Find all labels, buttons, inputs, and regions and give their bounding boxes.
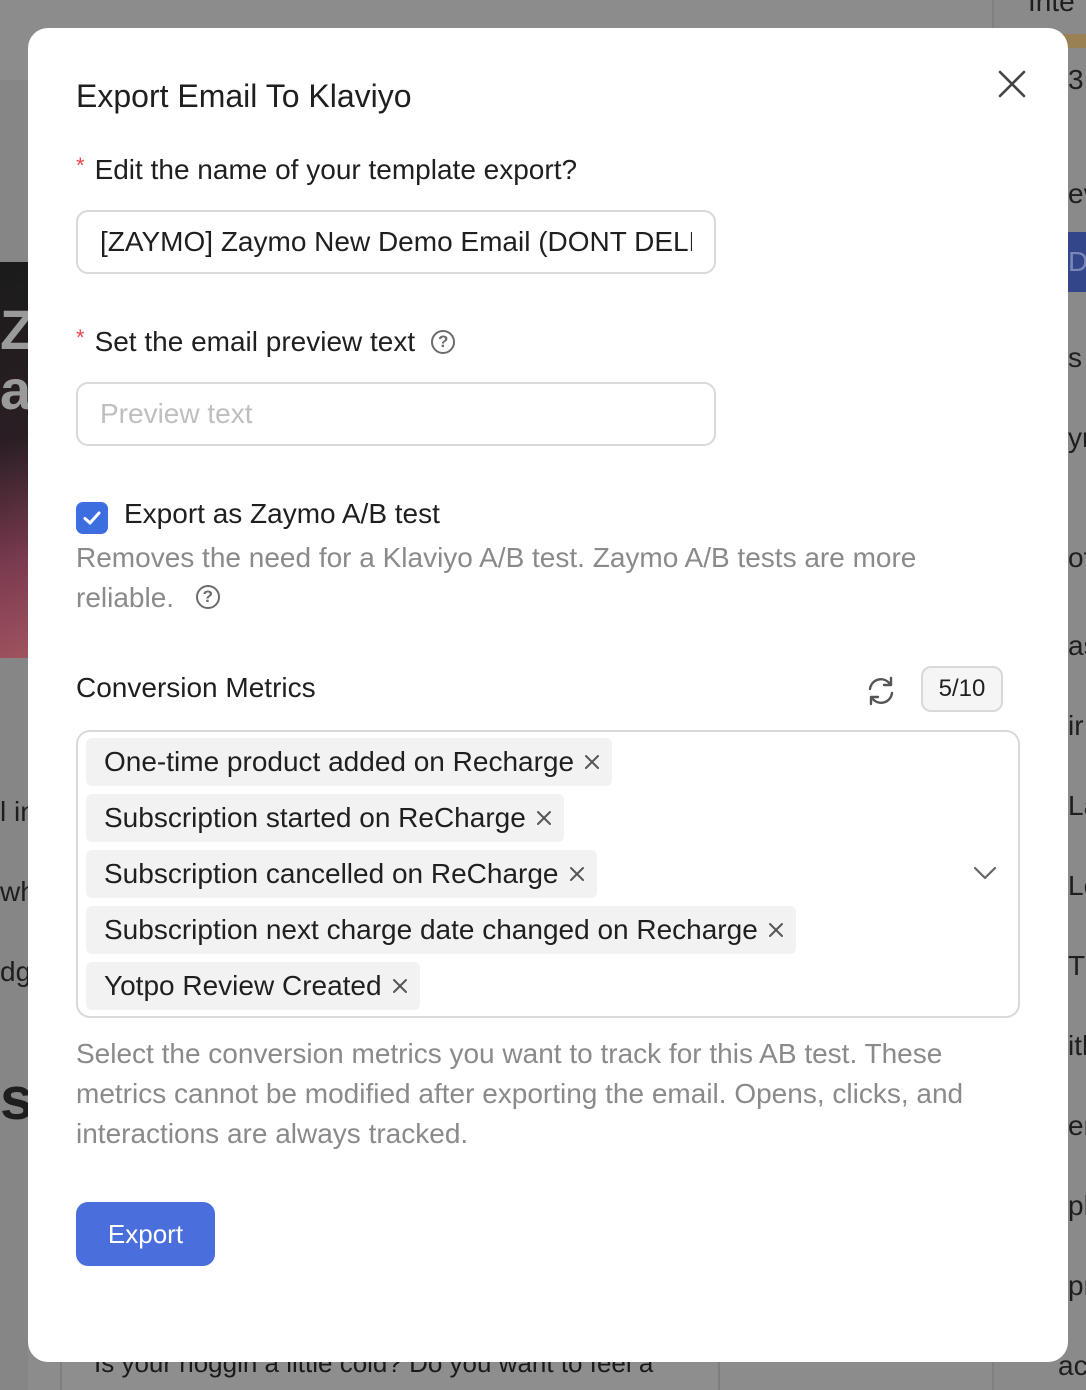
metric-tag-label: Subscription cancelled on ReCharge bbox=[104, 858, 559, 889]
ab-test-checkbox[interactable] bbox=[76, 502, 108, 534]
background-fragment: Inte bbox=[1028, 0, 1075, 17]
preview-field-label: * Set the email preview text ? bbox=[76, 325, 456, 358]
conversion-metrics-label: Conversion Metrics bbox=[76, 672, 316, 703]
refresh-button[interactable] bbox=[864, 674, 898, 708]
export-button[interactable]: Export bbox=[76, 1202, 215, 1266]
metric-tag: One-time product added on Recharge bbox=[86, 738, 613, 786]
background-fragment: ith bbox=[1068, 1030, 1086, 1061]
metric-tag-label: Subscription started on ReCharge bbox=[104, 802, 526, 833]
remove-tag-icon[interactable] bbox=[582, 752, 602, 772]
background-fragment: of bbox=[1068, 542, 1086, 573]
background-fragment: dg bbox=[0, 956, 32, 987]
remove-tag-icon[interactable] bbox=[567, 864, 587, 884]
background-fragment: Ti bbox=[1068, 950, 1086, 981]
dropdown-toggle[interactable] bbox=[972, 860, 998, 886]
close-button[interactable] bbox=[994, 66, 1030, 102]
remove-tag-icon[interactable] bbox=[766, 920, 786, 940]
required-mark: * bbox=[76, 325, 85, 350]
metric-tag-label: Yotpo Review Created bbox=[104, 970, 382, 1001]
help-icon[interactable]: ? bbox=[431, 330, 456, 354]
metric-tag: Yotpo Review Created bbox=[86, 962, 420, 1010]
remove-tag-icon[interactable] bbox=[534, 808, 554, 828]
background-fragment: en bbox=[1068, 1110, 1086, 1141]
refresh-icon bbox=[868, 676, 894, 706]
background-fragment: ph bbox=[1068, 1190, 1086, 1221]
background-fragment: yn bbox=[1068, 422, 1086, 453]
conversion-metrics-help-text: Select the conversion metrics you want t… bbox=[76, 1038, 964, 1149]
preview-field-label-text: Set the email preview text bbox=[94, 326, 416, 357]
conversion-metrics-select[interactable]: One-time product added on Recharge Subsc… bbox=[76, 730, 1020, 1018]
chevron-down-icon bbox=[973, 866, 997, 880]
name-field-label: * Edit the name of your template export? bbox=[76, 153, 578, 186]
template-name-input[interactable] bbox=[76, 210, 716, 274]
background-fragment: s bbox=[1068, 342, 1082, 373]
export-modal: Export Email To Klaviyo * Edit the name … bbox=[28, 28, 1068, 1362]
background-fragment: La bbox=[1068, 790, 1086, 821]
background-fragment: as bbox=[1068, 630, 1086, 661]
required-mark: * bbox=[76, 153, 85, 178]
background-fragment: ev bbox=[1068, 178, 1086, 209]
background-fragment: D bbox=[1068, 246, 1086, 277]
checkmark-icon bbox=[83, 511, 101, 525]
metric-tag-label: Subscription next charge date changed on… bbox=[104, 914, 758, 945]
background-fragment: Lo bbox=[1068, 870, 1086, 901]
ab-test-description: Removes the need for a Klaviyo A/B test.… bbox=[76, 538, 996, 618]
close-icon bbox=[998, 70, 1026, 98]
metric-tag-label: One-time product added on Recharge bbox=[104, 746, 575, 777]
background-fragment: ir bbox=[1068, 710, 1084, 741]
help-icon[interactable]: ? bbox=[195, 584, 220, 609]
ab-test-label[interactable]: Export as Zaymo A/B test bbox=[124, 498, 440, 530]
metric-tag: Subscription started on ReCharge bbox=[86, 794, 564, 842]
background-fragment: pr bbox=[1068, 1270, 1086, 1301]
modal-title: Export Email To Klaviyo bbox=[76, 78, 412, 114]
remove-tag-icon[interactable] bbox=[390, 976, 410, 996]
preview-text-input[interactable] bbox=[76, 382, 716, 446]
background-fragment: 3.7 bbox=[1068, 64, 1086, 95]
name-field-label-text: Edit the name of your template export? bbox=[94, 154, 578, 185]
metric-tag: Subscription cancelled on ReCharge bbox=[86, 850, 597, 898]
metrics-counter-badge: 5/10 bbox=[921, 666, 1003, 712]
metric-tag: Subscription next charge date changed on… bbox=[86, 906, 796, 954]
